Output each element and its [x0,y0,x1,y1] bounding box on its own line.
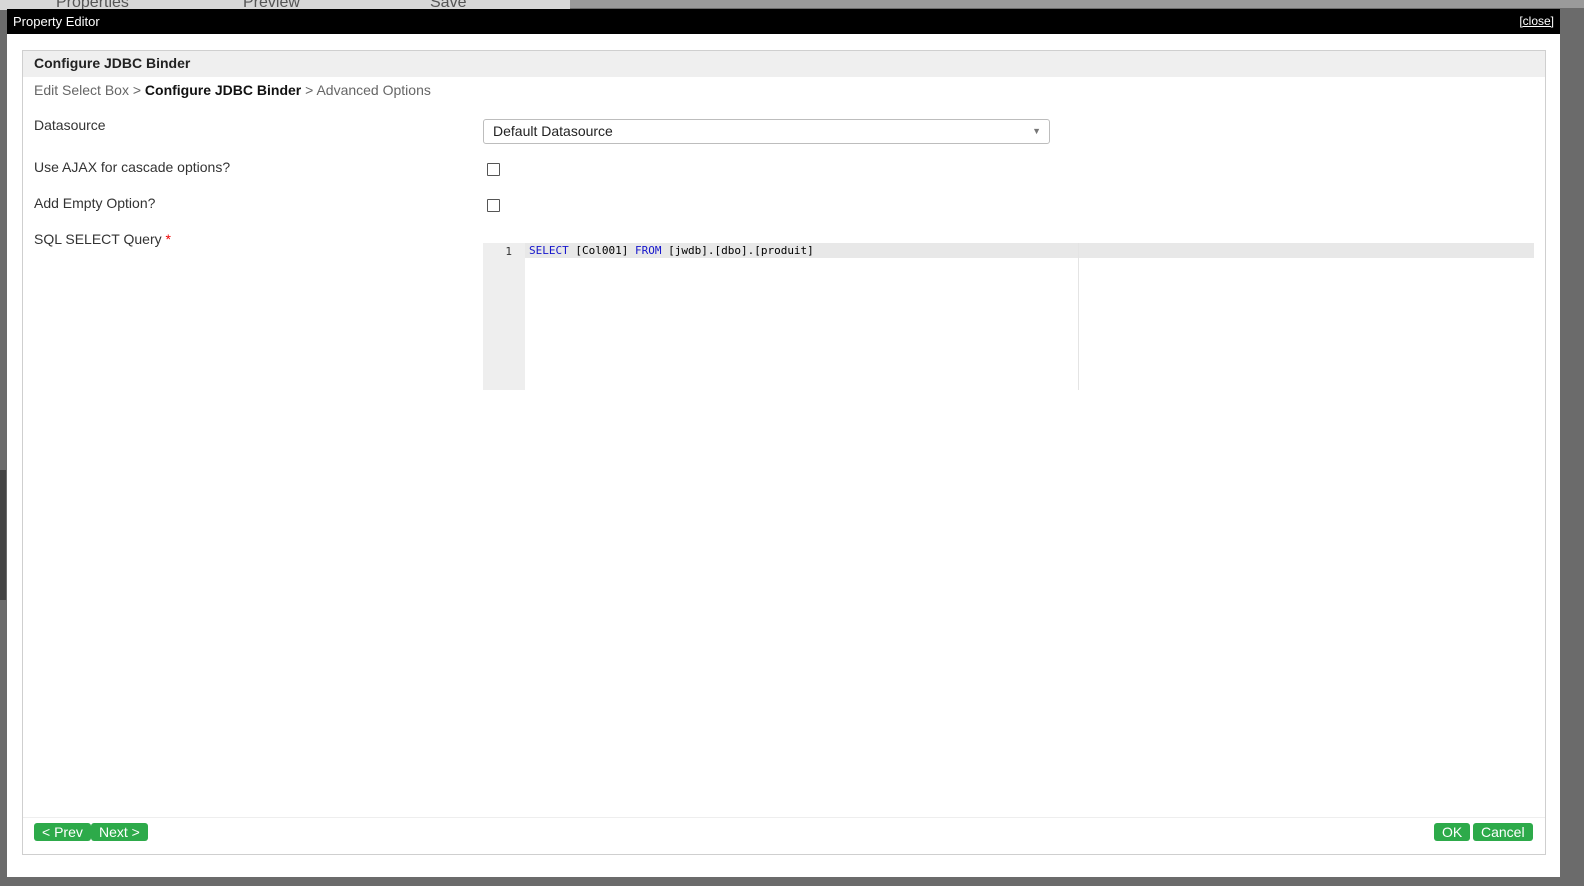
cancel-button[interactable]: Cancel [1473,823,1533,841]
print-margin [1078,243,1079,390]
sql-code-editor[interactable]: 1 SELECT [Col001] FROM [jwdb].[dbo].[pro… [483,243,1534,390]
sql-keyword-from: FROM [634,244,662,257]
property-editor-dialog: Property Editor [close] Configure JDBC B… [7,9,1560,877]
add-empty-option-checkbox[interactable] [487,199,500,212]
sql-query-label: SQL SELECT Query * [34,231,171,247]
breadcrumb-separator: > [305,82,314,98]
panel-title: Configure JDBC Binder [23,51,1545,77]
ajax-cascade-checkbox[interactable] [487,163,500,176]
breadcrumb-separator: > [132,82,142,98]
background-edge [0,470,6,600]
datasource-select[interactable]: Default Datasource ▼ [483,119,1050,144]
background-bar [570,0,1584,8]
dialog-titlebar: Property Editor [close] [7,9,1560,34]
sql-keyword-select: SELECT [529,244,569,257]
required-marker: * [165,231,171,247]
breadcrumb-edit-select-box[interactable]: Edit Select Box [34,82,129,98]
datasource-label: Datasource [34,117,106,133]
next-button[interactable]: Next > [91,823,148,841]
sql-code-line[interactable]: SELECT [Col001] FROM [jwdb].[dbo].[produ… [529,244,814,258]
footer-divider [23,817,1545,818]
breadcrumb-advanced-options[interactable]: Advanced Options [316,82,430,98]
sql-text: [Col001] [568,244,635,257]
breadcrumb-current-step: Configure JDBC Binder [144,82,302,98]
datasource-selected-value: Default Datasource [493,123,613,139]
breadcrumb: Edit Select Box > Configure JDBC Binder … [34,82,431,98]
dialog-title: Property Editor [13,14,100,29]
line-number: 1 [505,245,512,258]
close-link[interactable]: [close] [1519,9,1554,34]
prev-button[interactable]: < Prev [34,823,91,841]
add-empty-option-label: Add Empty Option? [34,195,156,211]
ajax-cascade-label: Use AJAX for cascade options? [34,159,231,175]
ok-button[interactable]: OK [1434,823,1471,841]
sql-query-label-text: SQL SELECT Query [34,231,162,247]
jdbc-binder-panel: Configure JDBC Binder Edit Select Box > … [22,50,1546,855]
editor-gutter: 1 [483,243,525,390]
chevron-down-icon: ▼ [1032,126,1041,136]
sql-text: [jwdb].[dbo].[produit] [661,244,814,257]
